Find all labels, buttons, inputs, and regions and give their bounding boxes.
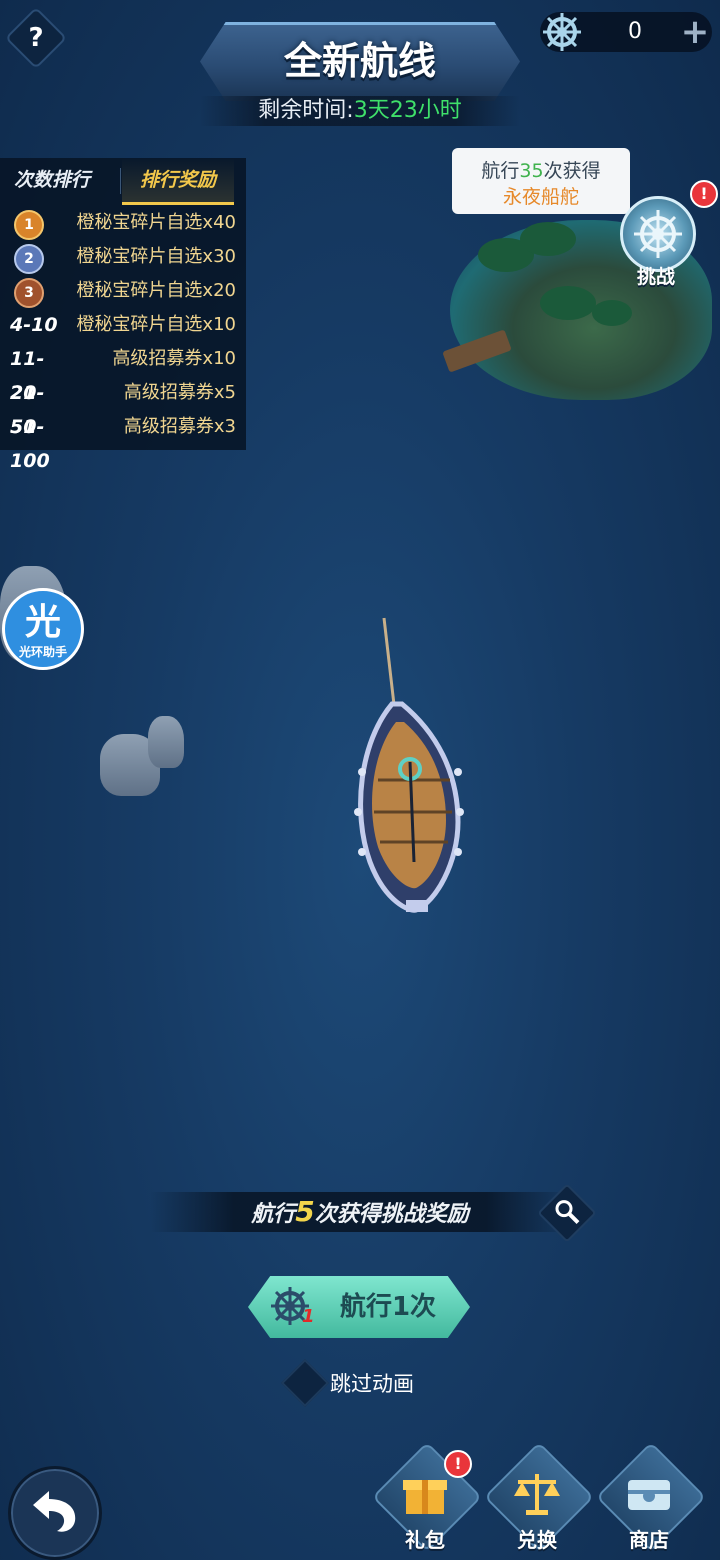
challenge-label: 挑战 — [636, 266, 675, 288]
help-button[interactable]: ? — [4, 6, 68, 70]
tab-count-ranking[interactable]: 次数排行 — [14, 158, 90, 202]
shop-label: 商店 — [629, 1528, 669, 1552]
gift-pack-button[interactable]: 礼包 ! — [371, 1441, 483, 1558]
ranking-row: 2 橙秘宝碎片自选x30 — [0, 240, 246, 274]
challenge-button[interactable] — [620, 196, 696, 272]
ranking-reward: 橙秘宝碎片自选x40 — [76, 212, 236, 233]
sailing-ship — [354, 617, 464, 913]
tab-divider — [120, 168, 121, 194]
back-button[interactable] — [8, 1466, 102, 1560]
ranking-range: 4-10 — [10, 314, 58, 336]
ship-wheel-icon — [543, 13, 581, 51]
gift-label: 礼包 — [405, 1528, 445, 1552]
shop-chest-icon — [628, 1480, 670, 1510]
ranking-row: 4-10 橙秘宝碎片自选x10 — [0, 308, 246, 342]
palm-tree — [520, 222, 576, 256]
ranking-row: 3 橙秘宝碎片自选x20 — [0, 274, 246, 308]
ranking-reward: 橙秘宝碎片自选x20 — [76, 280, 236, 301]
assistant-label: 光环助手 — [18, 645, 67, 659]
ship-wheel-icon — [634, 210, 682, 258]
alert-icon: ! — [690, 180, 718, 208]
silver-medal-icon: 2 — [14, 244, 44, 274]
bubble-reward: 永夜船舵 — [502, 186, 579, 208]
sail-cost-badge: 1 — [302, 1306, 315, 1327]
ranking-row: 51-100 高级招募券x3 — [0, 410, 246, 472]
skip-animation-checkbox[interactable] — [280, 1358, 330, 1408]
alert-icon: ! — [444, 1450, 472, 1478]
help-label: ? — [28, 23, 44, 53]
skip-animation-label[interactable]: 跳过动画 — [330, 1368, 414, 1398]
ranking-reward: 高级招募券x10 — [112, 348, 236, 369]
ranking-row: 21-50 高级招募券x5 — [0, 376, 246, 438]
exchange-label: 兑换 — [517, 1528, 557, 1552]
ranking-range: 51-100 — [10, 416, 50, 472]
assistant-button[interactable]: 光 光环助手 — [2, 588, 84, 670]
exchange-button[interactable]: 兑换 — [483, 1441, 595, 1558]
shop-button[interactable]: 商店 — [595, 1441, 707, 1558]
page-title: 全新航线 — [283, 39, 436, 83]
bubble-prefix: 航行 — [481, 160, 520, 182]
ranking-reward: 橙秘宝碎片自选x30 — [76, 246, 236, 267]
palm-tree — [592, 300, 632, 326]
back-arrow-icon — [33, 1491, 76, 1532]
mission-prefix: 航行 — [251, 1202, 296, 1227]
currency-amount: 0 — [628, 19, 642, 44]
mission-count: 5 — [295, 1195, 315, 1228]
add-currency-button[interactable]: + — [678, 12, 712, 52]
ranking-row: 11-20 高级招募券x10 — [0, 342, 246, 404]
sail-button-label: 航行1次 — [339, 1292, 437, 1322]
timer-label: 剩余时间: — [258, 98, 354, 123]
ranking-row: 1 橙秘宝碎片自选x40 — [0, 206, 246, 240]
remaining-time: 剩余时间:3天23小时 — [200, 96, 520, 126]
ranking-reward: 橙秘宝碎片自选x10 — [76, 314, 236, 335]
bubble-line-1: 航行35次获得 — [452, 156, 630, 183]
timer-value: 3天23小时 — [353, 98, 462, 123]
gold-medal-icon: 1 — [14, 210, 44, 240]
ranking-reward: 高级招募券x5 — [123, 382, 236, 403]
assistant-glyph: 光 — [24, 602, 61, 643]
currency-display: 0 + — [540, 12, 712, 52]
tab-ranking-rewards[interactable]: 排行奖励 — [122, 158, 234, 205]
bubble-count: 35 — [519, 160, 544, 182]
bronze-medal-icon: 3 — [14, 278, 44, 308]
ranking-reward: 高级招募券x3 — [123, 416, 236, 437]
gift-icon — [403, 1480, 447, 1514]
island-reward-bubble: 航行35次获得 永夜船舵 — [452, 148, 630, 214]
palm-tree — [540, 286, 596, 320]
rock — [148, 716, 184, 768]
mission-suffix: 次获得挑战奖励 — [314, 1202, 469, 1227]
mission-text: 航行5次获得挑战奖励 — [150, 1192, 570, 1235]
ranking-panel: 次数排行 排行奖励 1 橙秘宝碎片自选x40 2 橙秘宝碎片自选x30 3 橙秘… — [0, 158, 246, 472]
bubble-suffix: 次获得 — [543, 160, 601, 182]
scale-icon — [514, 1474, 560, 1515]
